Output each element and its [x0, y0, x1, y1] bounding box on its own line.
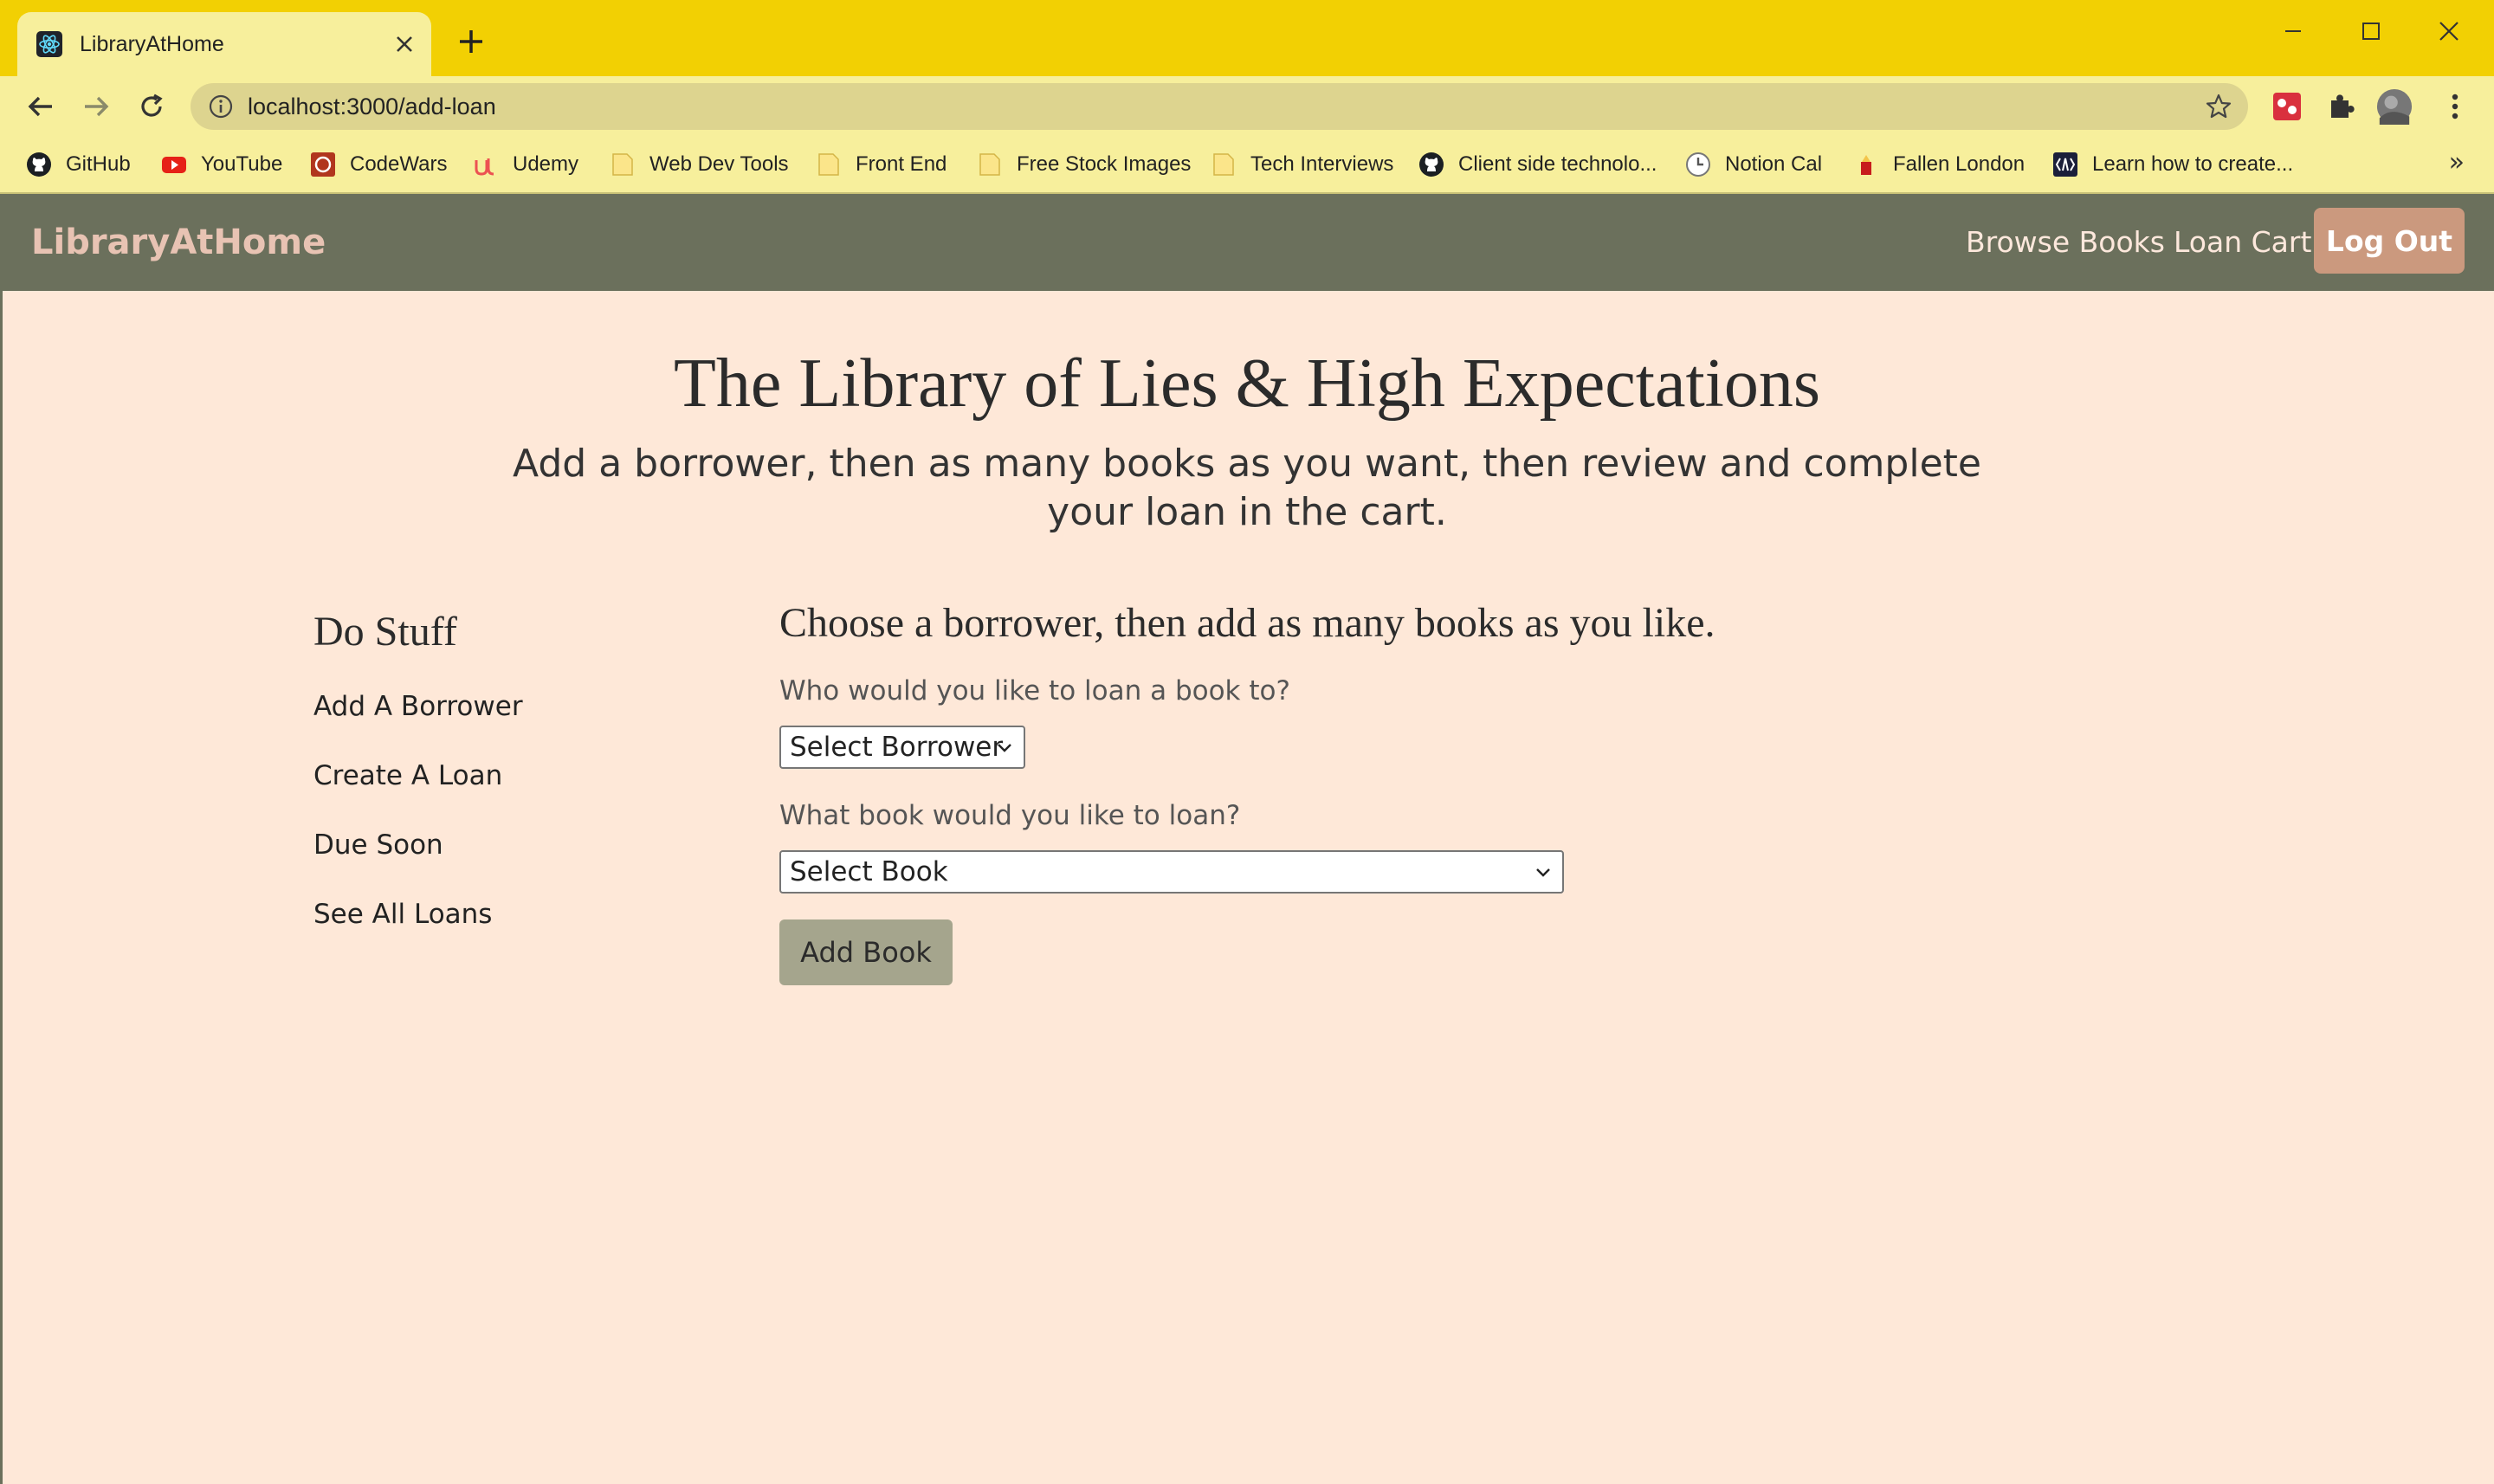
bookmark-front-end[interactable]: Front End — [816, 137, 947, 192]
book-select[interactable]: Select Book — [779, 850, 1564, 894]
tab-title: LibraryAtHome — [80, 31, 224, 56]
youtube-icon — [162, 157, 186, 173]
bookmark-web-dev-tools[interactable]: Web Dev Tools — [610, 137, 789, 192]
form-title: Choose a borrower, then add as many book… — [779, 600, 1715, 646]
bookmarks-bar: GitHub YouTube CodeWars Udemy Web Dev To… — [0, 137, 2494, 194]
bookmark-label: Notion Cal — [1725, 152, 1823, 176]
folder-icon — [612, 153, 633, 176]
bookmark-client-side[interactable]: Client side technolo... — [1418, 137, 1657, 192]
bookmark-codewars[interactable]: CodeWars — [310, 137, 447, 192]
nav-link-browse-books[interactable]: Browse Books — [1966, 194, 2165, 291]
codewars-icon — [311, 152, 335, 177]
bookmark-label: Web Dev Tools — [649, 152, 789, 176]
sidebar-item-create-loan[interactable]: Create A Loan — [313, 760, 502, 791]
extension-icon[interactable] — [2269, 88, 2305, 125]
react-icon — [36, 31, 62, 57]
back-arrow-icon[interactable] — [19, 85, 62, 128]
bookmark-label: Tech Interviews — [1250, 152, 1394, 176]
page-subtitle: Add a borrower, then as many books as yo… — [513, 442, 1981, 534]
puzzle-extensions-icon[interactable] — [2323, 88, 2359, 125]
page-title: The Library of Lies & High Expectations — [673, 345, 1821, 422]
log-out-button[interactable]: Log Out — [2314, 208, 2465, 274]
learn-icon — [2053, 152, 2077, 177]
fallen-london-icon — [1861, 155, 1871, 175]
bookmark-udemy[interactable]: Udemy — [473, 137, 578, 192]
clock-icon — [1686, 152, 1710, 177]
book-label: What book would you like to loan? — [779, 800, 1241, 831]
bookmark-learn-how[interactable]: Learn how to create... — [2052, 137, 2293, 192]
bookmark-youtube[interactable]: YouTube — [161, 137, 282, 192]
tab-close-icon[interactable] — [390, 29, 419, 59]
bookmark-github[interactable]: GitHub — [26, 137, 131, 192]
browser-title-bar: LibraryAtHome — [0, 0, 2494, 76]
address-bar[interactable]: localhost:3000/add-loan — [191, 83, 2248, 130]
add-book-button[interactable]: Add Book — [779, 919, 953, 985]
github-icon — [1419, 152, 1444, 177]
book-select-value: Select Book — [790, 856, 948, 887]
chevron-down-icon — [998, 744, 1011, 752]
folder-icon — [818, 153, 839, 176]
url-text: localhost:3000/add-loan — [248, 94, 496, 119]
bookmark-label: Client side technolo... — [1458, 152, 1657, 176]
folder-icon — [979, 153, 1000, 176]
new-tab-plus-icon[interactable] — [454, 26, 488, 61]
borrower-select-value: Select Borrower — [790, 732, 1004, 763]
nav-link-loan-cart[interactable]: Loan Cart — [2174, 194, 2311, 291]
bookmark-label: Front End — [856, 152, 947, 176]
profile-avatar[interactable] — [2376, 88, 2413, 125]
app-navbar: LibraryAtHome Browse Books Loan Cart Log… — [0, 194, 2494, 291]
borrower-select[interactable]: Select Borrower — [779, 726, 1025, 769]
bookmark-notion-cal[interactable]: Notion Cal — [1685, 137, 1822, 192]
borrower-label: Who would you like to loan a book to? — [779, 675, 1290, 707]
sidebar-item-due-soon[interactable]: Due Soon — [313, 829, 443, 861]
bookmark-tech-interviews[interactable]: Tech Interviews — [1211, 137, 1393, 192]
bookmark-label: Udemy — [513, 152, 579, 176]
github-icon — [27, 152, 51, 177]
bookmark-label: Free Stock Images — [1017, 152, 1192, 176]
bookmark-label: CodeWars — [350, 152, 448, 176]
brand-logo[interactable]: LibraryAtHome — [31, 194, 326, 291]
browser-tab[interactable]: LibraryAtHome — [17, 12, 431, 76]
minimize-icon[interactable] — [2257, 9, 2329, 54]
sidebar-item-add-borrower[interactable]: Add A Borrower — [313, 691, 523, 722]
udemy-icon — [475, 158, 494, 176]
reload-icon[interactable] — [130, 85, 173, 128]
bookmark-free-stock-images[interactable]: Free Stock Images — [977, 137, 1191, 192]
maximize-icon[interactable] — [2335, 9, 2407, 54]
bookmark-label: YouTube — [201, 152, 283, 176]
bookmark-label: GitHub — [66, 152, 131, 176]
bookmark-fallen-london[interactable]: Fallen London — [1853, 137, 2025, 192]
folder-icon — [1213, 153, 1234, 176]
more-vertical-icon[interactable] — [2437, 88, 2473, 125]
close-window-icon[interactable] — [2413, 9, 2485, 54]
bookmark-label: Fallen London — [1893, 152, 2026, 176]
sidebar-item-see-all-loans[interactable]: See All Loans — [313, 899, 492, 930]
bookmark-star-icon[interactable] — [2205, 93, 2232, 120]
site-info-icon[interactable] — [208, 94, 234, 119]
forward-arrow-icon[interactable] — [74, 85, 118, 128]
sidebar-title: Do Stuff — [313, 609, 457, 655]
chevron-down-icon — [1536, 868, 1550, 877]
bookmarks-overflow-icon[interactable]: » — [2449, 147, 2465, 177]
browser-toolbar: localhost:3000/add-loan — [0, 76, 2494, 137]
bookmark-label: Learn how to create... — [2092, 152, 2294, 176]
